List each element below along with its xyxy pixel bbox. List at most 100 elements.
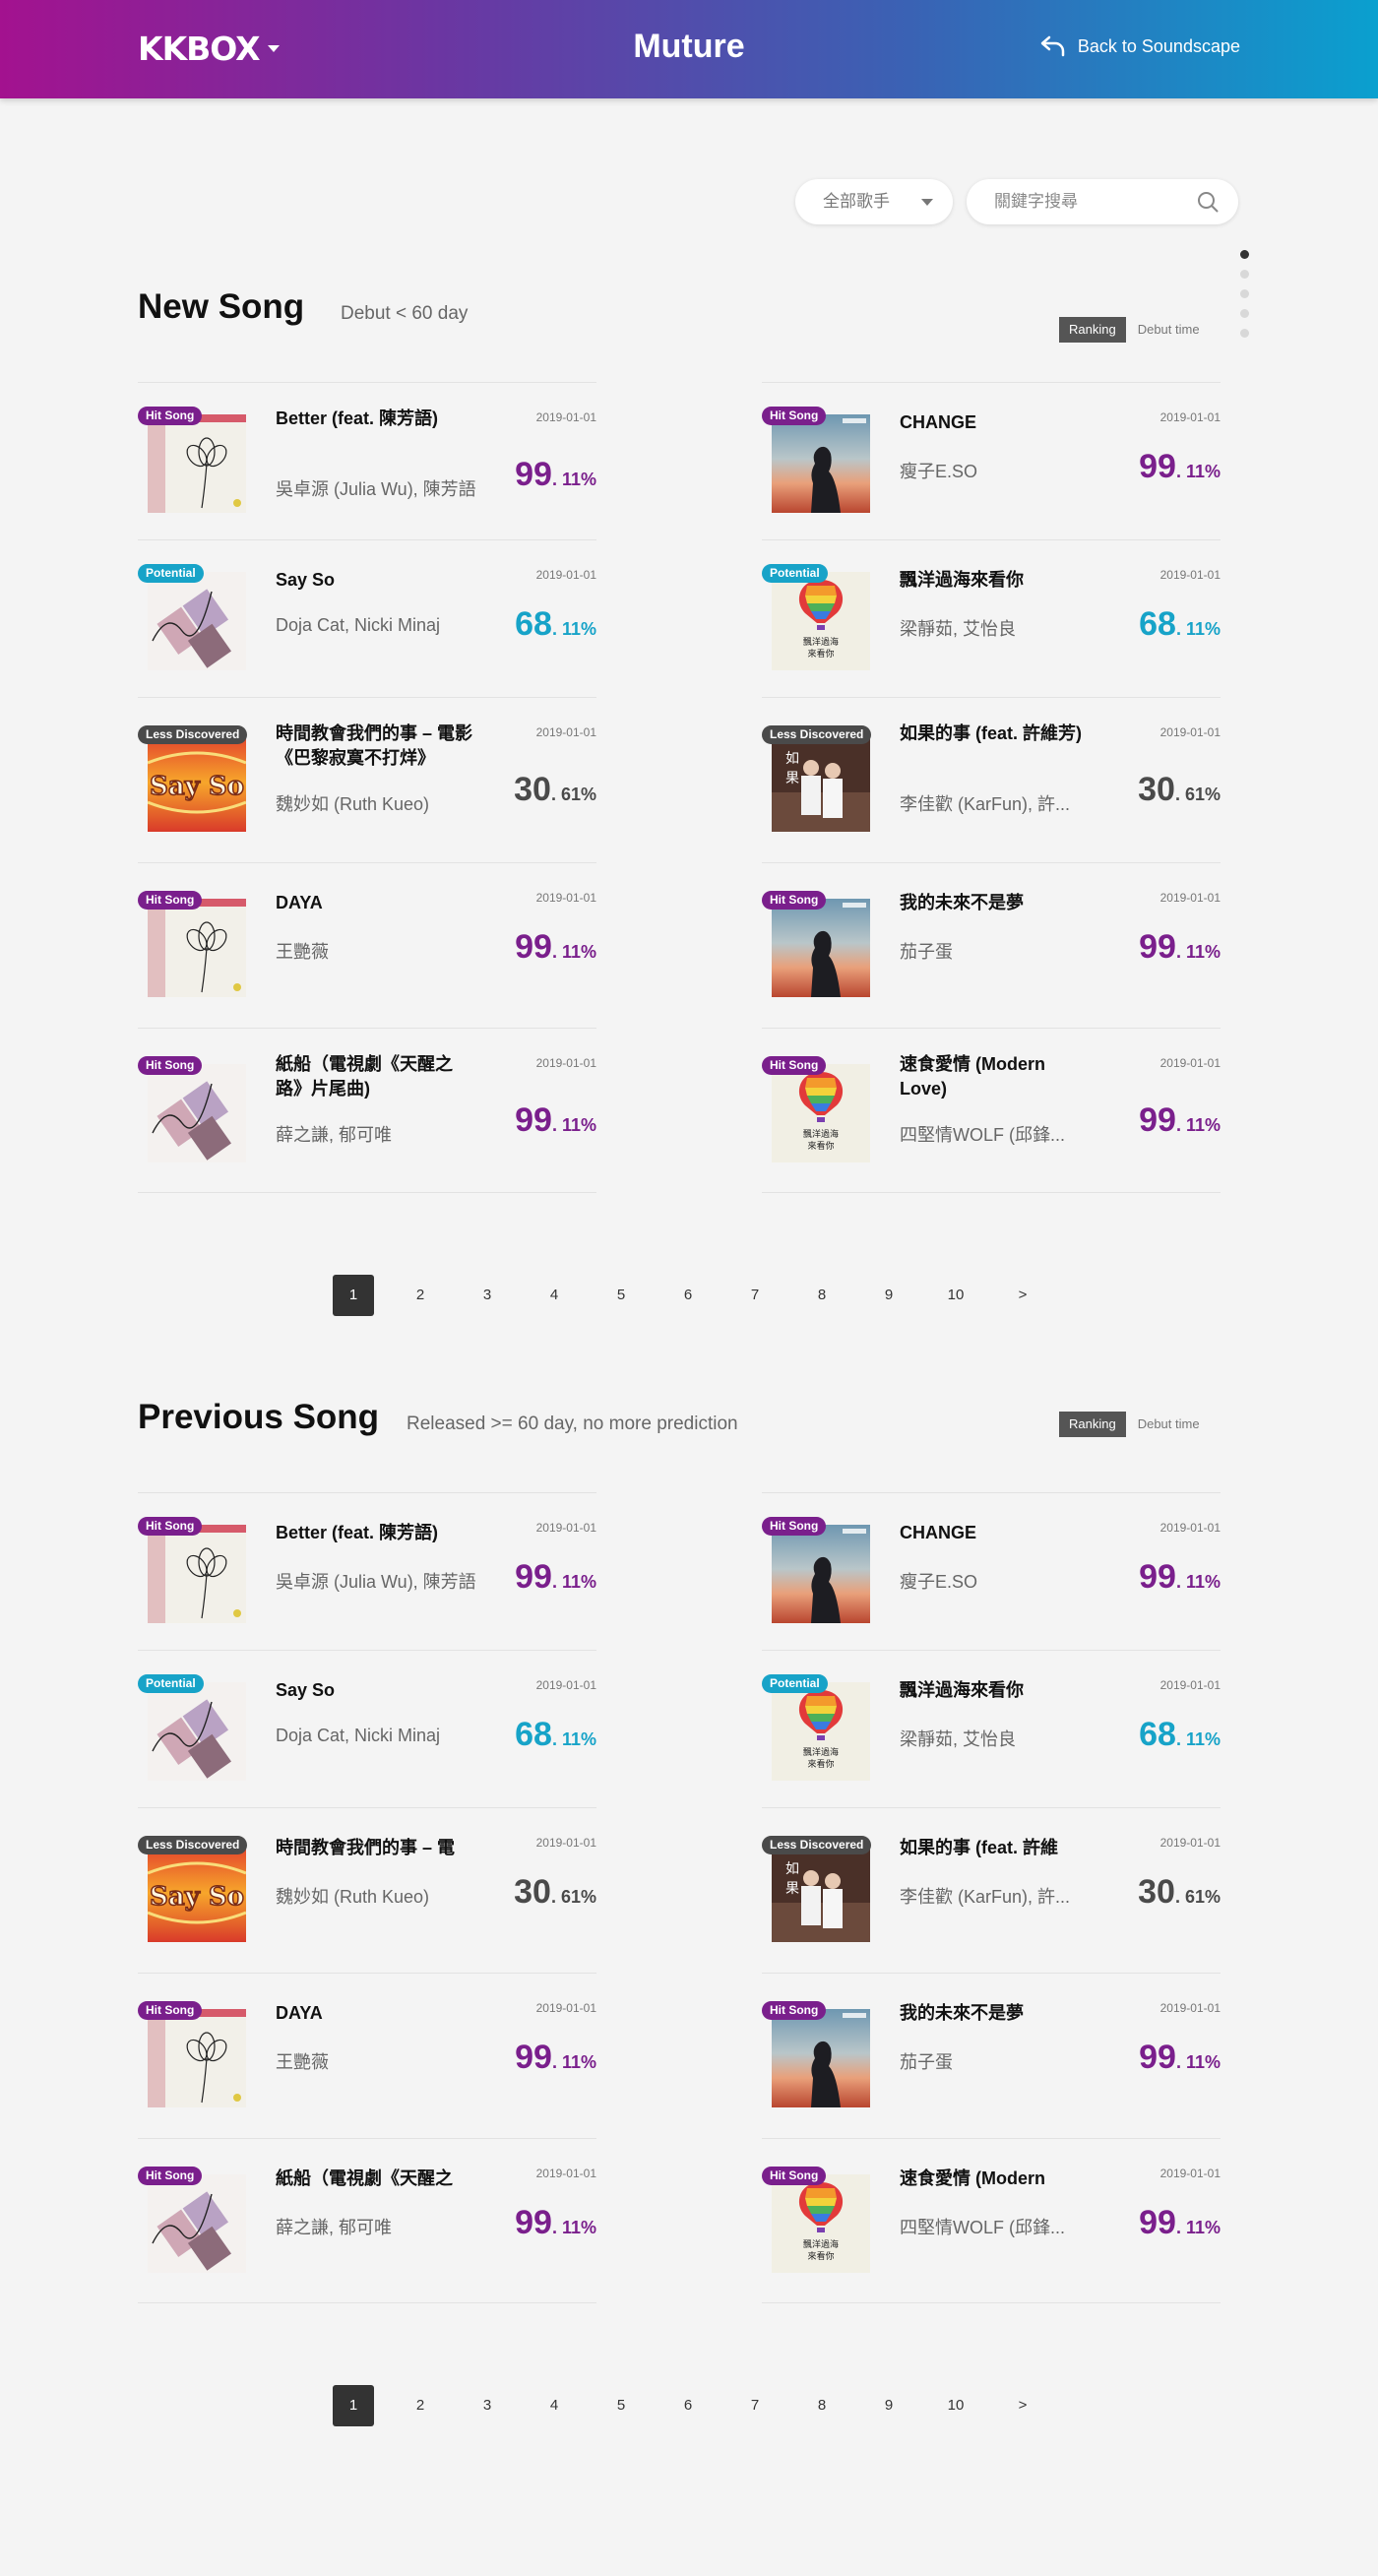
song-card[interactable]: Potential 飄洋過海 來看你 飄洋過海來看你 梁靜茹, 艾怡良 2019-01-0…	[762, 539, 1221, 697]
song-debut-date: 2019-01-01	[1159, 2167, 1221, 2180]
song-card[interactable]: Hit Song Better (feat. 陳芳語) 吳卓源 (Julia Wu)…	[138, 382, 596, 539]
song-card[interactable]: Hit Song 飄洋過海 來看你 速食愛情 (Modern 四堅情WOLF (邱鋒..…	[762, 2138, 1221, 2303]
song-title[interactable]: 時間教會我們的事 – 電影《巴黎寂寞不打烊》	[276, 722, 472, 771]
song-title[interactable]: CHANGE	[900, 410, 1096, 435]
song-card[interactable]: Less Discovered Say So 時間教會我們的事 – 電魏妙如 (Ru…	[138, 1807, 596, 1973]
song-card[interactable]: Hit Song 飄洋過海 來看你 速食愛情 (Modern Love) 四堅情WOLF…	[762, 1028, 1221, 1193]
song-card[interactable]: Hit Song 紙船（電視劇《天醒之 薛之謙, 郁可唯 2019-01-01 99. …	[138, 2138, 596, 2303]
song-title[interactable]: 我的未來不是夢	[900, 2001, 1096, 2026]
song-title[interactable]: DAYA	[276, 891, 472, 915]
artist-filter-select[interactable]: 全部歌手	[795, 179, 953, 224]
search-icon[interactable]	[1197, 191, 1219, 213]
song-title[interactable]: 紙船（電視劇《天醒之路》片尾曲)	[276, 1052, 472, 1101]
album-cover-image[interactable]	[772, 899, 870, 997]
pagination-page-button[interactable]: 4	[533, 2385, 575, 2426]
album-cover-image[interactable]: 如果	[772, 1844, 870, 1942]
album-cover-image[interactable]: 如果	[772, 733, 870, 832]
album-cover-image[interactable]	[772, 414, 870, 513]
dot-nav-item[interactable]	[1240, 309, 1249, 318]
album-cover-image[interactable]	[772, 1525, 870, 1623]
album-cover-image[interactable]	[148, 1064, 246, 1162]
pagination-page-button[interactable]: 1	[333, 1275, 374, 1316]
pagination-page-button[interactable]: 2	[400, 1275, 441, 1316]
song-card[interactable]: Hit Song 我的未來不是夢 茄子蛋 2019-01-01 99. 11%	[762, 1973, 1221, 2138]
song-title[interactable]: Say So	[276, 568, 472, 593]
song-title[interactable]: DAYA	[276, 2001, 472, 2026]
pagination-page-button[interactable]: 9	[868, 1275, 909, 1316]
album-cover-image[interactable]	[148, 572, 246, 670]
song-card[interactable]: Less Discovered Say So 時間教會我們的事 – 電影《巴黎寂寞不…	[138, 697, 596, 862]
album-cover-image[interactable]: Say So	[148, 1844, 246, 1942]
song-title[interactable]: Better (feat. 陳芳語)	[276, 407, 472, 431]
dot-nav-item[interactable]	[1240, 289, 1249, 298]
pagination-next-button[interactable]: >	[1002, 1275, 1043, 1316]
dot-nav-item[interactable]	[1240, 329, 1249, 338]
album-cover-image[interactable]	[148, 414, 246, 513]
album-cover-image[interactable]	[148, 2009, 246, 2107]
song-title[interactable]: 如果的事 (feat. 許維	[900, 1836, 1096, 1860]
song-title[interactable]: 我的未來不是夢	[900, 891, 1096, 915]
album-cover-image[interactable]: Say So	[148, 733, 246, 832]
song-card[interactable]: Hit Song CHANGE 瘦子E.SO 2019-01-01 99. 11%	[762, 1492, 1221, 1650]
song-title[interactable]: 速食愛情 (Modern	[900, 2167, 1096, 2191]
song-title[interactable]: CHANGE	[900, 1521, 1096, 1545]
pagination-page-button[interactable]: 7	[734, 2385, 776, 2426]
pagination-next-button[interactable]: >	[1002, 2385, 1043, 2426]
song-card[interactable]: Hit Song DAYA 王艷薇 2019-01-01 99. 11%	[138, 1973, 596, 2138]
pagination-page-button[interactable]: 7	[734, 1275, 776, 1316]
album-cover-image[interactable]	[148, 2174, 246, 2273]
song-card[interactable]: Potential 飄洋過海 來看你 飄洋過海來看你 梁靜茹, 艾怡良 2019-01-0…	[762, 1650, 1221, 1807]
song-card[interactable]: Hit Song Better (feat. 陳芳語) 吳卓源 (Julia Wu)…	[138, 1492, 596, 1650]
song-card[interactable]: Less Discovered 如果如果的事 (feat. 許維芳) 李佳歡 (Ka…	[762, 697, 1221, 862]
album-cover-image[interactable]: 飄洋過海 來看你	[772, 572, 870, 670]
back-to-soundscape-link[interactable]: Back to Soundscape	[1040, 35, 1240, 57]
search-box[interactable]	[967, 179, 1238, 224]
album-cover-image[interactable]	[148, 1525, 246, 1623]
album-cover-image[interactable]	[772, 2009, 870, 2107]
song-card[interactable]: Hit Song 紙船（電視劇《天醒之路》片尾曲) 薛之謙, 郁可唯 2019-01-…	[138, 1028, 596, 1193]
song-tag-badge: Potential	[762, 1674, 828, 1693]
pagination-page-button[interactable]: 3	[467, 1275, 508, 1316]
pagination-page-button[interactable]: 10	[935, 2385, 976, 2426]
pagination-page-button[interactable]: 2	[400, 2385, 441, 2426]
pagination-page-button[interactable]: 5	[600, 2385, 642, 2426]
pagination-page-button[interactable]: 4	[533, 1275, 575, 1316]
album-cover-image[interactable]: 飄洋過海 來看你	[772, 1682, 870, 1781]
song-debut-date: 2019-01-01	[1159, 725, 1221, 739]
sort-ranking-button[interactable]: Ranking	[1059, 317, 1126, 343]
sort-debut-time-button[interactable]: Debut time	[1128, 1412, 1210, 1437]
pagination-page-button[interactable]: 6	[667, 1275, 709, 1316]
album-cover-image[interactable]	[148, 899, 246, 997]
song-title[interactable]: 飄洋過海來看你	[900, 568, 1096, 593]
pagination-page-button[interactable]: 6	[667, 2385, 709, 2426]
song-card[interactable]: Hit Song 我的未來不是夢 茄子蛋 2019-01-01 99. 11%	[762, 862, 1221, 1028]
song-title[interactable]: 紙船（電視劇《天醒之	[276, 2167, 472, 2191]
song-tag-badge: Less Discovered	[138, 1836, 248, 1854]
pagination-page-button[interactable]: 3	[467, 2385, 508, 2426]
song-card[interactable]: Hit Song DAYA 王艷薇 2019-01-01 99. 11%	[138, 862, 596, 1028]
pagination-page-button[interactable]: 9	[868, 2385, 909, 2426]
pagination-page-button[interactable]: 8	[801, 2385, 843, 2426]
pagination-page-button[interactable]: 1	[333, 2385, 374, 2426]
song-card[interactable]: Potential Say So Doja Cat, Nicki Minaj 2019…	[138, 539, 596, 697]
album-cover-image[interactable]: 飄洋過海 來看你	[772, 2174, 870, 2273]
pagination-page-button[interactable]: 8	[801, 1275, 843, 1316]
song-title[interactable]: 速食愛情 (Modern Love)	[900, 1052, 1096, 1101]
song-card[interactable]: Potential Say So Doja Cat, Nicki Minaj 2019…	[138, 1650, 596, 1807]
pagination-page-button[interactable]: 5	[600, 1275, 642, 1316]
album-cover-image[interactable]	[148, 1682, 246, 1781]
song-title[interactable]: Better (feat. 陳芳語)	[276, 1521, 472, 1545]
song-title[interactable]: 時間教會我們的事 – 電	[276, 1836, 472, 1860]
search-input[interactable]	[994, 179, 1191, 224]
song-card[interactable]: Hit Song CHANGE 瘦子E.SO 2019-01-01 99. 11%	[762, 382, 1221, 539]
song-title[interactable]: 飄洋過海來看你	[900, 1678, 1096, 1703]
album-cover-image[interactable]: 飄洋過海 來看你	[772, 1064, 870, 1162]
sort-ranking-button[interactable]: Ranking	[1059, 1412, 1126, 1437]
song-title[interactable]: 如果的事 (feat. 許維芳)	[900, 722, 1096, 746]
dot-nav-item[interactable]	[1240, 270, 1249, 279]
song-card[interactable]: Less Discovered 如果如果的事 (feat. 許維 李佳歡 (KarF…	[762, 1807, 1221, 1973]
sort-debut-time-button[interactable]: Debut time	[1128, 317, 1210, 343]
pagination-page-button[interactable]: 10	[935, 1275, 976, 1316]
dot-nav-item[interactable]	[1240, 250, 1249, 259]
song-title[interactable]: Say So	[276, 1678, 472, 1703]
